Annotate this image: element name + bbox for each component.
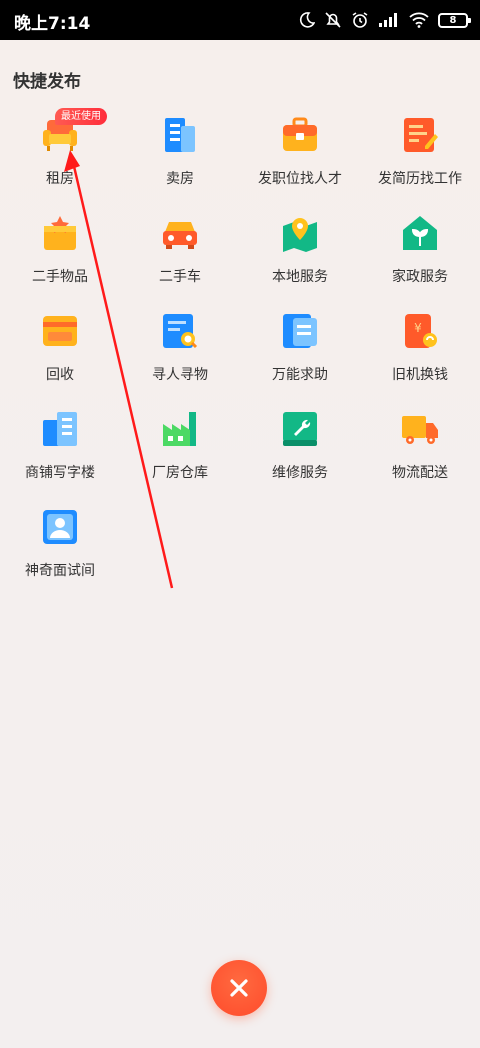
interview-avatar-icon bbox=[43, 510, 77, 544]
grid-item-label: 二手物品 bbox=[32, 269, 88, 285]
grid-item-shop-office[interactable]: 商铺写字楼 bbox=[0, 404, 120, 492]
grid-item-label: 物流配送 bbox=[392, 465, 448, 481]
section-title: 快捷发布 bbox=[13, 72, 81, 92]
status-icons: 8 bbox=[299, 8, 471, 32]
briefcase-icon bbox=[283, 117, 317, 151]
moon-icon bbox=[299, 12, 315, 28]
grid-item-help[interactable]: 万能求助 bbox=[240, 306, 360, 394]
grid-item-find-people-items[interactable]: 寻人寻物 bbox=[120, 306, 240, 394]
house-sprout-icon bbox=[403, 216, 437, 250]
signal-icon bbox=[379, 13, 397, 27]
grid-item-label: 神奇面试间 bbox=[25, 563, 95, 579]
grid-item-label: 本地服务 bbox=[272, 269, 328, 285]
grid-item-old-phone-cash[interactable]: ¥ 旧机换钱 bbox=[360, 306, 480, 394]
grid-item-label: 租房 bbox=[46, 171, 74, 187]
map-pin-icon bbox=[283, 218, 317, 252]
grid-item-label: 二手车 bbox=[159, 269, 201, 285]
resume-edit-icon bbox=[404, 118, 438, 152]
document-icon bbox=[283, 314, 317, 348]
grid-item-sell-house[interactable]: 卖房 bbox=[120, 110, 240, 198]
grid-item-rent[interactable]: 最近使用 租房 bbox=[0, 108, 120, 198]
grid-item-label: 厂房仓库 bbox=[152, 465, 208, 481]
grid-item-label: 发职位找人才 bbox=[258, 171, 342, 187]
grid-item-repair-service[interactable]: 维修服务 bbox=[240, 404, 360, 492]
svg-text:¥: ¥ bbox=[414, 321, 422, 335]
grid-item-post-job[interactable]: 发职位找人才 bbox=[240, 110, 360, 198]
status-time: 晚上7:14 bbox=[14, 14, 91, 34]
grid-item-label: 万能求助 bbox=[272, 367, 328, 383]
grid-item-used-car[interactable]: 二手车 bbox=[120, 208, 240, 296]
grid-item-label: 回收 bbox=[46, 367, 74, 383]
grid-item-housekeeping[interactable]: 家政服务 bbox=[360, 208, 480, 296]
wrench-icon bbox=[283, 412, 317, 446]
grid-item-post-resume[interactable]: 发简历找工作 bbox=[360, 110, 480, 198]
search-document-icon bbox=[163, 314, 198, 349]
grid-item-factory-warehouse[interactable]: 厂房仓库 bbox=[120, 404, 240, 492]
card-recycle-icon bbox=[43, 316, 77, 346]
recently-used-badge: 最近使用 bbox=[55, 108, 107, 125]
quick-publish-panel: 快捷发布 最近使用 租房 卖房 发职位找人才 发简历找工作 二手物品 二手车 本… bbox=[0, 40, 480, 1048]
mute-alarm-icon bbox=[325, 12, 341, 28]
building-icon bbox=[165, 118, 195, 152]
delivery-truck-icon bbox=[402, 416, 438, 444]
close-icon bbox=[230, 979, 248, 997]
grid-item-second-hand-goods[interactable]: 二手物品 bbox=[0, 208, 120, 296]
grid-item-label: 旧机换钱 bbox=[392, 367, 448, 383]
close-button[interactable] bbox=[211, 960, 267, 1016]
grid-item-label: 商铺写字楼 bbox=[25, 465, 95, 481]
grid-item-logistics[interactable]: 物流配送 bbox=[360, 404, 480, 492]
factory-icon bbox=[163, 412, 196, 446]
box-star-icon bbox=[44, 216, 76, 250]
office-building-icon bbox=[43, 412, 77, 446]
grid-item-label: 维修服务 bbox=[272, 465, 328, 481]
grid-item-local-service[interactable]: 本地服务 bbox=[240, 208, 360, 296]
car-icon bbox=[163, 222, 197, 249]
grid-item-interview-room[interactable]: 神奇面试间 bbox=[0, 502, 120, 590]
grid-item-label: 卖房 bbox=[166, 171, 194, 187]
grid-item-label: 发简历找工作 bbox=[378, 171, 462, 187]
phone-yuan-icon: ¥ bbox=[405, 314, 437, 348]
battery-icon: 8 bbox=[438, 12, 471, 28]
grid-item-recycle[interactable]: 回收 bbox=[0, 306, 120, 394]
grid-item-label: 家政服务 bbox=[392, 269, 448, 285]
status-bar: 晚上7:14 8 bbox=[0, 0, 480, 40]
grid-item-label: 寻人寻物 bbox=[152, 367, 208, 383]
wifi-icon bbox=[409, 12, 429, 28]
alarm-clock-icon bbox=[352, 12, 368, 28]
